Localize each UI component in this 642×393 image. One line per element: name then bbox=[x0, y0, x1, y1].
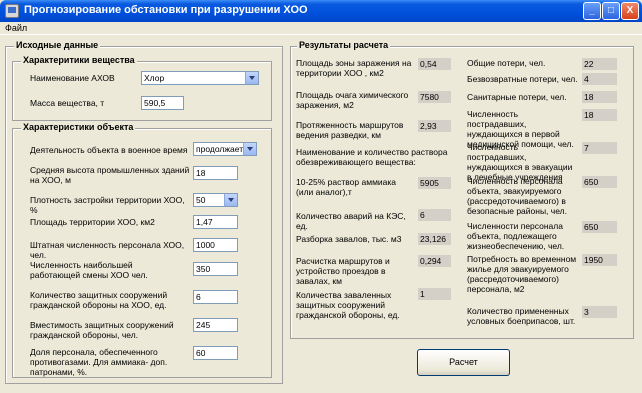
area-input[interactable]: 1,47 bbox=[193, 215, 238, 229]
result-value: 18 bbox=[582, 109, 617, 121]
substance-group: Характеритики вещества bbox=[12, 55, 272, 121]
calculate-button[interactable]: Расчет bbox=[417, 349, 510, 376]
result-value: 650 bbox=[582, 221, 617, 233]
result-value: 4 bbox=[582, 73, 617, 85]
result-value: 0,54 bbox=[418, 58, 451, 70]
ahov-label: Наименование АХОВ bbox=[30, 73, 115, 83]
result-label: Площадь очага химического заражения, м2 bbox=[296, 90, 409, 110]
shelters-label: Количество защитных сооружений гражданск… bbox=[30, 290, 168, 310]
menu-bar: Файл bbox=[0, 22, 642, 35]
app-icon[interactable] bbox=[5, 4, 19, 18]
result-value: 2,93 bbox=[418, 120, 451, 132]
result-label: Потребность во временном жилье для эваку… bbox=[467, 254, 577, 294]
result-value: 7 bbox=[582, 142, 617, 154]
result-label: Количество примененных условных боеприпа… bbox=[467, 306, 576, 326]
mass-label: Масса вещества, т bbox=[30, 98, 105, 108]
result-label: Количество аварий на КЭС, ед. bbox=[296, 211, 406, 231]
result-value: 5905 bbox=[418, 177, 451, 189]
result-label: Площадь зоны заражения на территории ХОО… bbox=[296, 58, 412, 78]
result-label: Санитарные потери, чел. bbox=[467, 92, 567, 102]
result-value: 0,294 bbox=[418, 255, 451, 267]
shift-label: Численность наибольшей работающей смены … bbox=[30, 260, 148, 280]
title-bar[interactable]: Прогнозирование обстановки при разрушени… bbox=[0, 0, 642, 22]
result-value: 1 bbox=[418, 288, 451, 300]
maximize-button[interactable]: □ bbox=[602, 2, 620, 20]
result-label: Разборка завалов, тыс. м3 bbox=[296, 234, 402, 244]
substance-group-title: Характеритики вещества bbox=[21, 55, 137, 65]
ahov-select[interactable]: Хлор bbox=[141, 71, 259, 85]
masks-label: Доля персонала, обеспеченного противогаз… bbox=[30, 347, 168, 377]
object-group-title: Характеристики объекта bbox=[21, 122, 136, 132]
window-title: Прогнозирование обстановки при разрушени… bbox=[24, 4, 308, 16]
mass-input[interactable]: 590,5 bbox=[141, 96, 184, 110]
minimize-button[interactable]: _ bbox=[583, 2, 601, 20]
result-label: Расчистка маршрутов и устройство проездо… bbox=[296, 256, 390, 286]
close-button[interactable]: X bbox=[621, 2, 639, 20]
menu-file[interactable]: Файл bbox=[5, 23, 27, 33]
height-input[interactable]: 18 bbox=[193, 166, 238, 180]
result-value: 3 bbox=[582, 306, 617, 318]
input-panel-title: Исходные данные bbox=[14, 40, 101, 50]
density-label: Плотность застройки территории ХОО, % bbox=[30, 195, 185, 215]
chevron-down-icon[interactable] bbox=[245, 72, 258, 84]
result-value: 1950 bbox=[582, 254, 617, 266]
result-label: Протяженность маршрутов ведения разведки… bbox=[296, 120, 404, 140]
density-select[interactable]: 50 bbox=[193, 193, 238, 207]
result-label: Численность персонала объекта, эвакуируе… bbox=[467, 176, 567, 216]
staff-input[interactable]: 1000 bbox=[193, 238, 238, 252]
result-label: Наименование и количество раствора обезв… bbox=[296, 147, 448, 167]
area-label: Площадь территории ХОО, км2 bbox=[30, 217, 155, 227]
result-label: Численности персонала объекта, подлежаще… bbox=[467, 221, 565, 251]
height-label: Средняя высота промышленных зданий на ХО… bbox=[30, 165, 190, 185]
result-label: Количества заваленных защитных сооружени… bbox=[296, 290, 400, 320]
masks-input[interactable]: 60 bbox=[193, 346, 238, 360]
result-label: 10-25% раствор аммиака (или аналог),т bbox=[296, 177, 397, 197]
capacity-input[interactable]: 245 bbox=[193, 318, 238, 332]
shift-input[interactable]: 350 bbox=[193, 262, 238, 276]
result-value: 7580 bbox=[418, 91, 451, 103]
result-value: 6 bbox=[418, 209, 451, 221]
chevron-down-icon[interactable] bbox=[243, 143, 256, 155]
staff-label: Штатная численность персонала ХОО, чел. bbox=[30, 240, 185, 260]
result-label: Безвозвратные потери, чел. bbox=[467, 74, 578, 84]
wartime-select[interactable]: продолжает bbox=[193, 142, 257, 156]
result-value: 23,126 bbox=[418, 233, 451, 245]
shelters-input[interactable]: 6 bbox=[193, 290, 238, 304]
results-panel-title: Результаты расчета bbox=[297, 40, 391, 50]
capacity-label: Вместимость защитных сооружений гражданс… bbox=[30, 320, 174, 340]
result-value: 22 bbox=[582, 58, 617, 70]
wartime-label: Деятельность объекта в военное время bbox=[30, 145, 188, 155]
result-label: Общие потери, чел. bbox=[467, 58, 546, 68]
result-value: 650 bbox=[582, 176, 617, 188]
chevron-down-icon[interactable] bbox=[224, 194, 237, 206]
result-value: 18 bbox=[582, 91, 617, 103]
